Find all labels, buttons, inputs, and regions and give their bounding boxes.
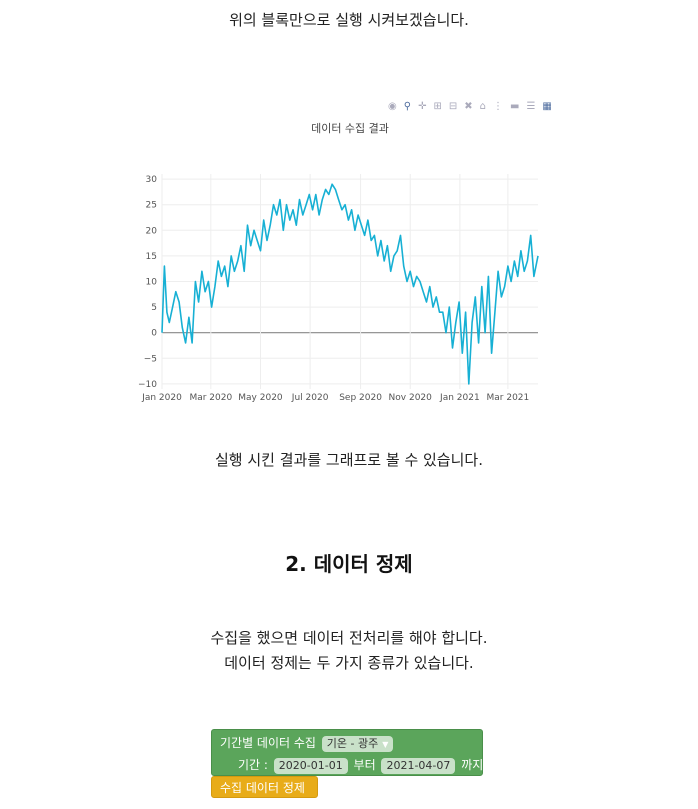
camera-icon[interactable]: ◉ bbox=[388, 101, 397, 113]
result-text: 실행 시킨 결과를 그래프로 볼 수 있습니다. bbox=[215, 451, 483, 469]
x-tick-label: Mar 2021 bbox=[487, 393, 530, 403]
x-tick-label: Jul 2020 bbox=[291, 393, 329, 403]
x-tick-label: Sep 2020 bbox=[339, 393, 382, 403]
description-line-2: 데이터 정제는 두 가지 종류가 있습니다. bbox=[224, 654, 474, 672]
pan-icon[interactable]: ✛ bbox=[418, 101, 426, 113]
x-tick-label: Mar 2020 bbox=[189, 393, 232, 403]
y-tick-label: 0 bbox=[151, 329, 157, 339]
from-label: 부터 bbox=[353, 758, 376, 772]
autoscale-icon[interactable]: ✖ bbox=[464, 101, 472, 113]
section-title: 2. 데이터 정제 bbox=[285, 552, 413, 576]
chart-title: 데이터 수집 결과 bbox=[311, 122, 389, 135]
zoom-out-icon[interactable]: ⊟ bbox=[449, 101, 457, 113]
y-tick-label: 15 bbox=[146, 252, 157, 262]
hover-compare-icon[interactable]: ☰ bbox=[526, 101, 535, 113]
x-tick-label: Nov 2020 bbox=[389, 393, 433, 403]
reset-axes-icon[interactable]: ⌂ bbox=[480, 101, 486, 113]
x-tick-label: May 2020 bbox=[238, 393, 283, 403]
line-chart[interactable]: 데이터 수집 결과 30 25 20 15 10 5 0 −5 −10 Jan 2020 Mar … bbox=[130, 95, 600, 415]
end-date-field[interactable]: 2021-04-07 bbox=[381, 757, 456, 774]
spike-lines-icon[interactable]: ⋮ bbox=[493, 101, 503, 113]
temperature-series-line[interactable] bbox=[161, 183, 539, 385]
collect-data-block[interactable]: 기간별 데이터 수집 기온 - 광주 ▼ 기간 : 2020-01-01 부터 2… bbox=[211, 729, 483, 776]
y-tick-label: 30 bbox=[146, 175, 158, 185]
period-label: 기간 : bbox=[238, 758, 268, 772]
description-line-1: 수집을 했으면 데이터 전처리를 해야 합니다. bbox=[210, 629, 488, 647]
y-tick-label: 25 bbox=[146, 201, 157, 211]
dropdown-arrow-icon: ▼ bbox=[382, 739, 389, 749]
y-tick-label: 20 bbox=[146, 226, 158, 236]
collect-label: 기간별 데이터 수집 bbox=[220, 736, 316, 750]
x-tick-label: Jan 2021 bbox=[439, 393, 480, 403]
intro-text: 위의 블록만으로 실행 시켜보겠습니다. bbox=[229, 11, 469, 29]
chart-container: ◉ ⚲ ✛ ⊞ ⊟ ✖ ⌂ ⋮ ▬ ☰ ▦ 데이터 수집 결과 30 25 20 15… bbox=[130, 95, 600, 415]
y-tick-label: −5 bbox=[144, 354, 157, 364]
x-tick-label: Jan 2020 bbox=[141, 393, 182, 403]
zoom-icon[interactable]: ⚲ bbox=[404, 101, 411, 113]
y-tick-label: 10 bbox=[146, 278, 158, 288]
until-label: 까지 bbox=[461, 758, 484, 772]
start-date-field[interactable]: 2020-01-01 bbox=[273, 757, 348, 774]
plotly-logo-icon[interactable]: ▦ bbox=[542, 101, 551, 113]
hover-closest-icon[interactable]: ▬ bbox=[510, 101, 519, 113]
region-value: 기온 - 광주 bbox=[326, 736, 379, 750]
y-tick-label: −10 bbox=[138, 380, 157, 390]
zoom-in-icon[interactable]: ⊞ bbox=[433, 101, 441, 113]
refine-data-block[interactable]: 수집 데이터 정제 bbox=[211, 776, 318, 798]
region-dropdown[interactable]: 기온 - 광주 ▼ bbox=[321, 735, 394, 752]
chart-toolbar: ◉ ⚲ ✛ ⊞ ⊟ ✖ ⌂ ⋮ ▬ ☰ ▦ bbox=[388, 100, 552, 114]
y-tick-label: 5 bbox=[151, 303, 157, 313]
